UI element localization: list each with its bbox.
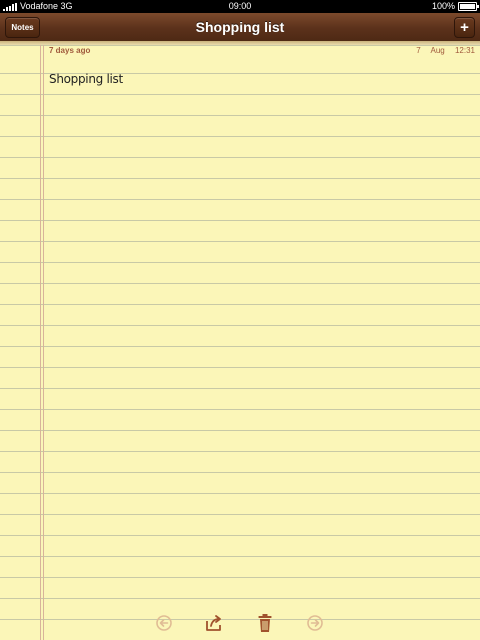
navigation-bar: Shopping list Notes + bbox=[0, 13, 480, 42]
status-time: 09:00 bbox=[228, 1, 252, 11]
next-note-icon[interactable] bbox=[304, 612, 326, 634]
note-paper[interactable] bbox=[0, 45, 480, 640]
note-timestamp: 7 Aug 12:31 bbox=[416, 46, 475, 55]
note-relative-date: 7 days ago bbox=[49, 46, 91, 55]
bottom-toolbar bbox=[0, 612, 480, 634]
add-note-button[interactable]: + bbox=[454, 17, 475, 38]
margin-line bbox=[40, 45, 41, 640]
margin-line-inner bbox=[43, 45, 44, 640]
status-bar: Vodafone 3G 09:00 100% bbox=[0, 0, 480, 13]
note-time: 12:31 bbox=[454, 46, 475, 55]
battery-fill bbox=[460, 4, 475, 9]
note-body[interactable]: Shopping list bbox=[49, 72, 123, 86]
share-icon[interactable] bbox=[203, 612, 225, 634]
battery-percent: 100% bbox=[431, 1, 455, 11]
battery-icon bbox=[458, 2, 479, 11]
page-title: Shopping list bbox=[195, 19, 285, 35]
note-date: 7 Aug bbox=[416, 46, 445, 55]
previous-note-icon[interactable] bbox=[153, 612, 175, 634]
status-right: 100% bbox=[431, 0, 479, 13]
notes-button[interactable]: Notes bbox=[5, 17, 40, 38]
trash-icon[interactable] bbox=[254, 612, 276, 634]
